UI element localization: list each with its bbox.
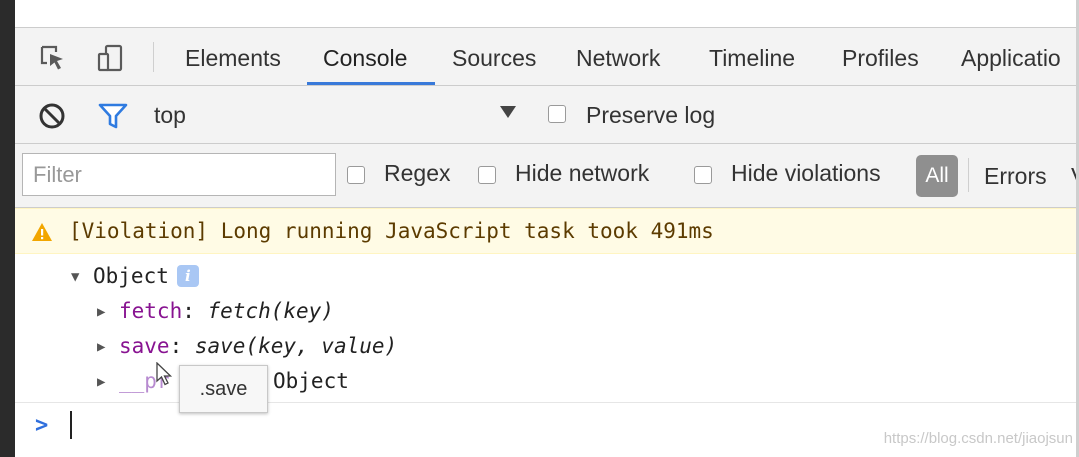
property-row-save[interactable]: ▶ save: save(key, value) <box>97 334 397 358</box>
console-message-object: ▼ Object i ▶ fetch: fetch(key) ▶ save: save(… <box>15 254 1076 413</box>
context-dropdown-arrow-icon[interactable] <box>499 104 517 124</box>
info-icon[interactable]: i <box>176 265 199 287</box>
property-separator: : <box>169 334 195 358</box>
level-errors-button[interactable]: Errors <box>984 163 1047 190</box>
object-label: Object <box>93 264 169 288</box>
property-key: fetch <box>119 299 183 323</box>
hide-network-checkbox[interactable] <box>478 164 496 184</box>
warning-icon <box>31 222 53 246</box>
watermark-text: https://blog.csdn.net/jiaojsun <box>883 430 1073 447</box>
hide-violations-checkbox[interactable] <box>694 164 712 184</box>
clear-console-icon[interactable] <box>37 101 67 135</box>
tab-application[interactable]: Applicatio <box>961 28 1061 85</box>
inspect-element-icon[interactable] <box>37 42 69 74</box>
console-filterbar: Filter Regex Hide network Hide violation… <box>15 144 1076 208</box>
preserve-log-label: Preserve log <box>586 102 716 128</box>
property-key: save <box>119 334 170 358</box>
tab-sources[interactable]: Sources <box>452 28 536 85</box>
filter-icon[interactable] <box>97 101 129 135</box>
object-root-row[interactable]: ▼ Object i <box>71 264 199 288</box>
tab-profiles[interactable]: Profiles <box>842 28 919 85</box>
preserve-log-checkbox[interactable] <box>548 103 566 123</box>
collapsed-triangle-icon[interactable]: ▶ <box>97 374 119 390</box>
collapsed-triangle-icon[interactable]: ▶ <box>97 304 119 320</box>
property-separator: : <box>182 299 208 323</box>
tab-network[interactable]: Network <box>576 28 660 85</box>
devtools-panel: Elements Console Sources Network Timelin… <box>15 0 1076 457</box>
top-strip <box>15 0 1076 28</box>
toolbar-separator <box>153 42 154 72</box>
property-value: fetch(key) <box>207 299 334 323</box>
console-message-violation: [Violation] Long running JavaScript task… <box>15 208 1076 254</box>
devtools-tabbar: Elements Console Sources Network Timelin… <box>15 28 1076 86</box>
tab-console[interactable]: Console <box>323 28 407 85</box>
tab-timeline[interactable]: Timeline <box>709 28 795 85</box>
property-row-fetch[interactable]: ▶ fetch: fetch(key) <box>97 299 334 323</box>
active-tab-indicator <box>307 82 435 85</box>
prompt-chevron-icon: > <box>35 413 49 438</box>
context-selector[interactable]: top <box>154 102 186 129</box>
text-caret <box>70 411 72 439</box>
window-border-left <box>0 0 15 457</box>
level-all-button[interactable]: All <box>916 155 958 197</box>
tab-elements[interactable]: Elements <box>185 28 281 85</box>
filter-input[interactable]: Filter <box>22 153 336 196</box>
mouse-cursor-icon <box>156 361 174 391</box>
proto-value: Object <box>273 369 349 393</box>
violation-message-text: [Violation] Long running JavaScript task… <box>69 219 714 243</box>
device-toolbar-icon[interactable] <box>94 42 126 74</box>
regex-checkbox[interactable] <box>347 164 365 184</box>
hide-network-label: Hide network <box>515 160 650 186</box>
regex-label: Regex <box>384 160 451 186</box>
expanded-triangle-icon[interactable]: ▼ <box>71 269 93 285</box>
hide-violations-label: Hide violations <box>731 160 881 186</box>
console-toolbar: top Preserve log <box>15 86 1076 144</box>
property-value: save(key, value) <box>194 334 398 358</box>
collapsed-triangle-icon[interactable]: ▶ <box>97 339 119 355</box>
filter-separator <box>968 158 969 192</box>
screenshot: Elements Console Sources Network Timelin… <box>0 0 1079 457</box>
console-prompt[interactable]: > <box>15 403 1076 455</box>
